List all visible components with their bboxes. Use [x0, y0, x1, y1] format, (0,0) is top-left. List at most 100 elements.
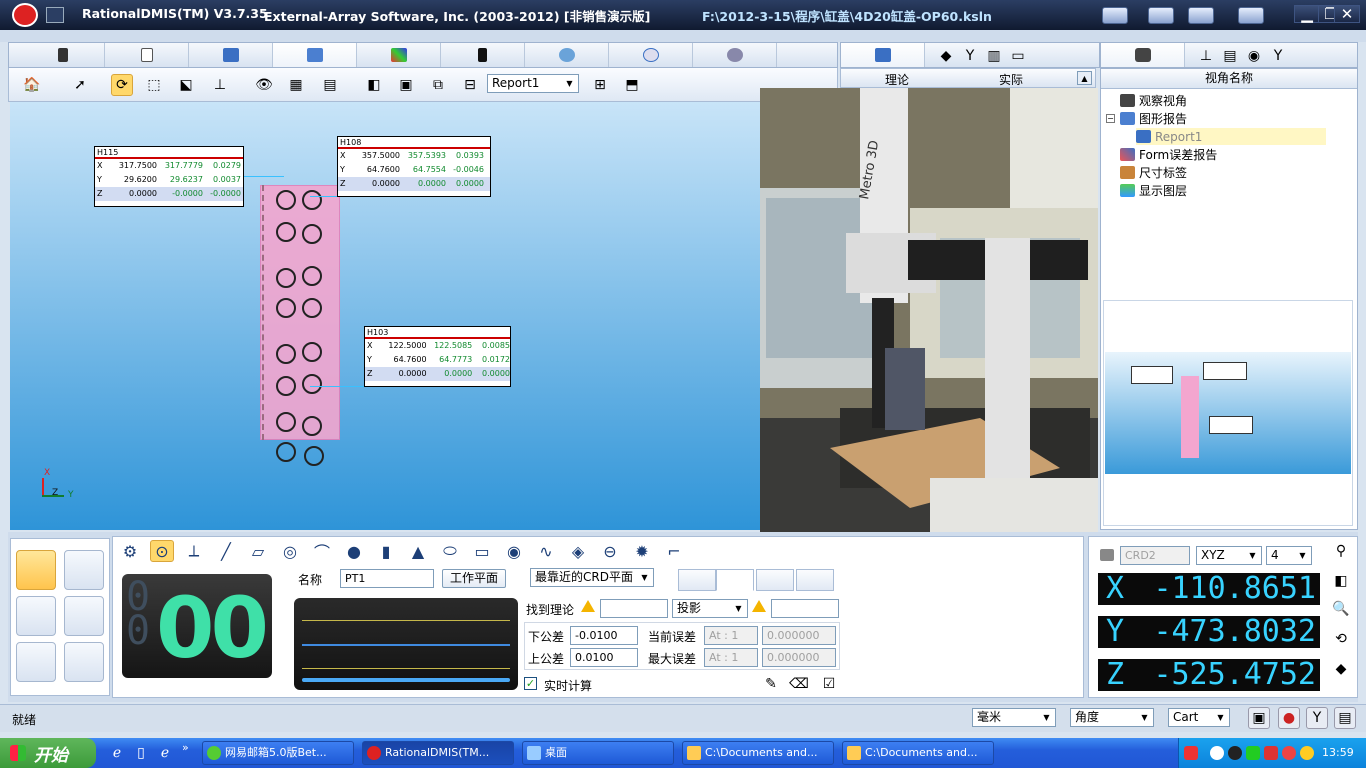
tab-table[interactable] — [189, 43, 273, 67]
close-button[interactable]: ✕ — [1334, 5, 1360, 23]
collapse-icon[interactable]: − — [1106, 114, 1115, 123]
quicklaunch-browser-icon[interactable]: ℯ — [154, 742, 176, 764]
label-icon[interactable]: ⊟ — [459, 74, 481, 96]
machine-icon[interactable] — [1238, 7, 1264, 24]
tree-item-observe-view[interactable]: 观察视角 — [1120, 92, 1187, 109]
hole-feature[interactable] — [302, 224, 322, 244]
status-tool-icon-2[interactable]: ● — [1278, 707, 1300, 729]
angle-select[interactable]: 角度 ▼ — [1070, 708, 1154, 727]
hole-feature[interactable] — [302, 342, 322, 362]
tab-probe[interactable] — [21, 43, 105, 67]
screen-icon[interactable]: ▭ — [1007, 45, 1029, 67]
tree-item-graphic-report[interactable]: − 图形报告 — [1106, 110, 1187, 127]
pipe-icon[interactable]: ⌐ — [662, 540, 686, 562]
quicklaunch-ie-icon[interactable]: ℯ — [106, 742, 128, 764]
coord-system-select[interactable]: Cart ▼ — [1168, 708, 1230, 727]
probe-mode-button[interactable] — [16, 596, 56, 636]
hole-feature[interactable] — [302, 416, 322, 436]
quicklaunch-explorer-icon[interactable]: ▯ — [130, 742, 152, 764]
decimals-select[interactable]: 4 ▼ — [1266, 546, 1312, 565]
point-icon[interactable]: ⊙ — [150, 540, 174, 562]
cylinder-icon[interactable]: ▮ — [374, 540, 398, 562]
minimize-button[interactable]: ▁ — [1294, 5, 1320, 23]
find-nominal-input[interactable] — [600, 599, 668, 618]
tab-graphics[interactable] — [273, 43, 357, 67]
sphere-icon[interactable]: ● — [342, 540, 366, 562]
projection-input[interactable] — [771, 599, 839, 618]
tab-program[interactable] — [105, 43, 189, 67]
filter-small-icon[interactable]: Y — [1267, 45, 1289, 67]
status-tool-icon-1[interactable]: ▣ — [1248, 707, 1270, 729]
camera-small-icon[interactable]: ◉ — [1243, 45, 1265, 67]
plane-select[interactable]: XYZ ▼ — [1196, 546, 1262, 565]
slot-round-icon[interactable]: ⊖ — [598, 540, 622, 562]
hole-feature[interactable] — [276, 442, 296, 462]
tab-settings[interactable] — [693, 43, 777, 67]
projection-select[interactable]: 投影 ▼ — [672, 599, 748, 618]
taskbar-item[interactable]: 桌面 — [522, 741, 674, 765]
filter-icon[interactable]: Y — [959, 45, 981, 67]
hole-feature[interactable] — [302, 298, 322, 318]
eraser-icon[interactable]: ⌫ — [788, 673, 810, 695]
taskbar-item[interactable]: C:\Documents and... — [682, 741, 834, 765]
edge-point-icon[interactable]: ⟂ — [182, 540, 206, 562]
tab-scan[interactable] — [525, 43, 609, 67]
home-icon[interactable]: 🏠 — [21, 74, 43, 96]
export-icon[interactable]: ⧉ — [427, 74, 449, 96]
axis-small-icon[interactable]: ⊥ — [1195, 45, 1217, 67]
tab-cad-model[interactable] — [841, 43, 925, 67]
ellipse-icon[interactable]: ⬭ — [438, 540, 462, 562]
tab-camera[interactable] — [1101, 43, 1185, 67]
view-panel-close-icon[interactable] — [1337, 71, 1353, 87]
report-icon[interactable]: ▣ — [395, 74, 417, 96]
lower-tol-input[interactable]: -0.0100 — [570, 626, 638, 645]
fit-icon[interactable]: ⬕ — [175, 74, 197, 96]
box-icon[interactable]: ▥ — [983, 45, 1005, 67]
cube-view-icon[interactable]: ◧ — [363, 74, 385, 96]
crd-plane-select[interactable]: 最靠近的CRD平面 ▼ — [530, 568, 654, 587]
dimension-label-h108[interactable]: H108 X 357.5000 357.5393 0.0393 Y 64.7600 64.… — [337, 136, 491, 197]
hole-feature[interactable] — [276, 376, 296, 396]
arc-icon[interactable]: ⌒ — [310, 540, 334, 562]
taskbar-item[interactable]: RationalDMIS(TM... — [362, 741, 514, 765]
edit-icon[interactable]: ✎ — [760, 673, 782, 695]
dimension-label-h115[interactable]: H115 X 317.7500 317.7779 0.0279 Y 29.6200 29.… — [94, 146, 244, 207]
measure-mode-button[interactable] — [16, 550, 56, 590]
tray-update-icon[interactable] — [1300, 746, 1314, 760]
select-arrow-icon[interactable]: ➚ — [69, 74, 91, 96]
hole-feature[interactable] — [302, 266, 322, 286]
hole-feature[interactable] — [276, 268, 296, 288]
tab-feature-output[interactable] — [796, 569, 834, 591]
hole-feature[interactable] — [302, 374, 322, 394]
hole-feature[interactable] — [276, 298, 296, 318]
window-layout-icon[interactable] — [1102, 7, 1128, 24]
quicklaunch-more-icon[interactable]: » — [182, 741, 189, 754]
slot-icon[interactable]: ▭ — [470, 540, 494, 562]
dro-rotate-icon[interactable]: ⟲ — [1330, 628, 1352, 650]
hole-feature[interactable] — [276, 222, 296, 242]
layout-icon[interactable]: ▤ — [319, 74, 341, 96]
line-icon[interactable]: ╱ — [214, 540, 238, 562]
view-thumbnail[interactable] — [1105, 352, 1351, 474]
scroll-up-icon[interactable]: ▲ — [1077, 71, 1092, 85]
curve-icon[interactable]: ∿ — [534, 540, 558, 562]
tools-icon[interactable] — [1148, 7, 1174, 24]
report-template-icon[interactable]: ⬒ — [621, 74, 643, 96]
dro-probe-icon[interactable]: ⚲ — [1330, 540, 1352, 562]
lock-icon[interactable] — [1100, 549, 1114, 561]
tree-item-form-report[interactable]: Form误差报告 — [1120, 146, 1217, 163]
accept-icon[interactable]: ☑ — [818, 673, 840, 695]
status-tool-icon-3[interactable]: Y — [1306, 707, 1328, 729]
tab-feature-points[interactable] — [756, 569, 794, 591]
tree-item-display-layers[interactable]: 显示图层 — [1120, 182, 1187, 199]
tree-item-dimension-tags[interactable]: 尺寸标签 — [1120, 164, 1187, 181]
tray-security-icon[interactable] — [1246, 746, 1260, 760]
taskbar-item[interactable]: C:\Documents and... — [842, 741, 994, 765]
tray-input-icon[interactable] — [1184, 746, 1198, 760]
dro-cube-icon[interactable]: ◆ — [1330, 658, 1352, 680]
cone-icon[interactable]: ▲ — [406, 540, 430, 562]
system-menu-icon[interactable] — [46, 7, 64, 23]
tree-item-report1[interactable]: Report1 — [1136, 128, 1326, 145]
status-tool-icon-4[interactable]: ▤ — [1334, 707, 1356, 729]
start-button[interactable]: 开始 — [0, 738, 96, 768]
